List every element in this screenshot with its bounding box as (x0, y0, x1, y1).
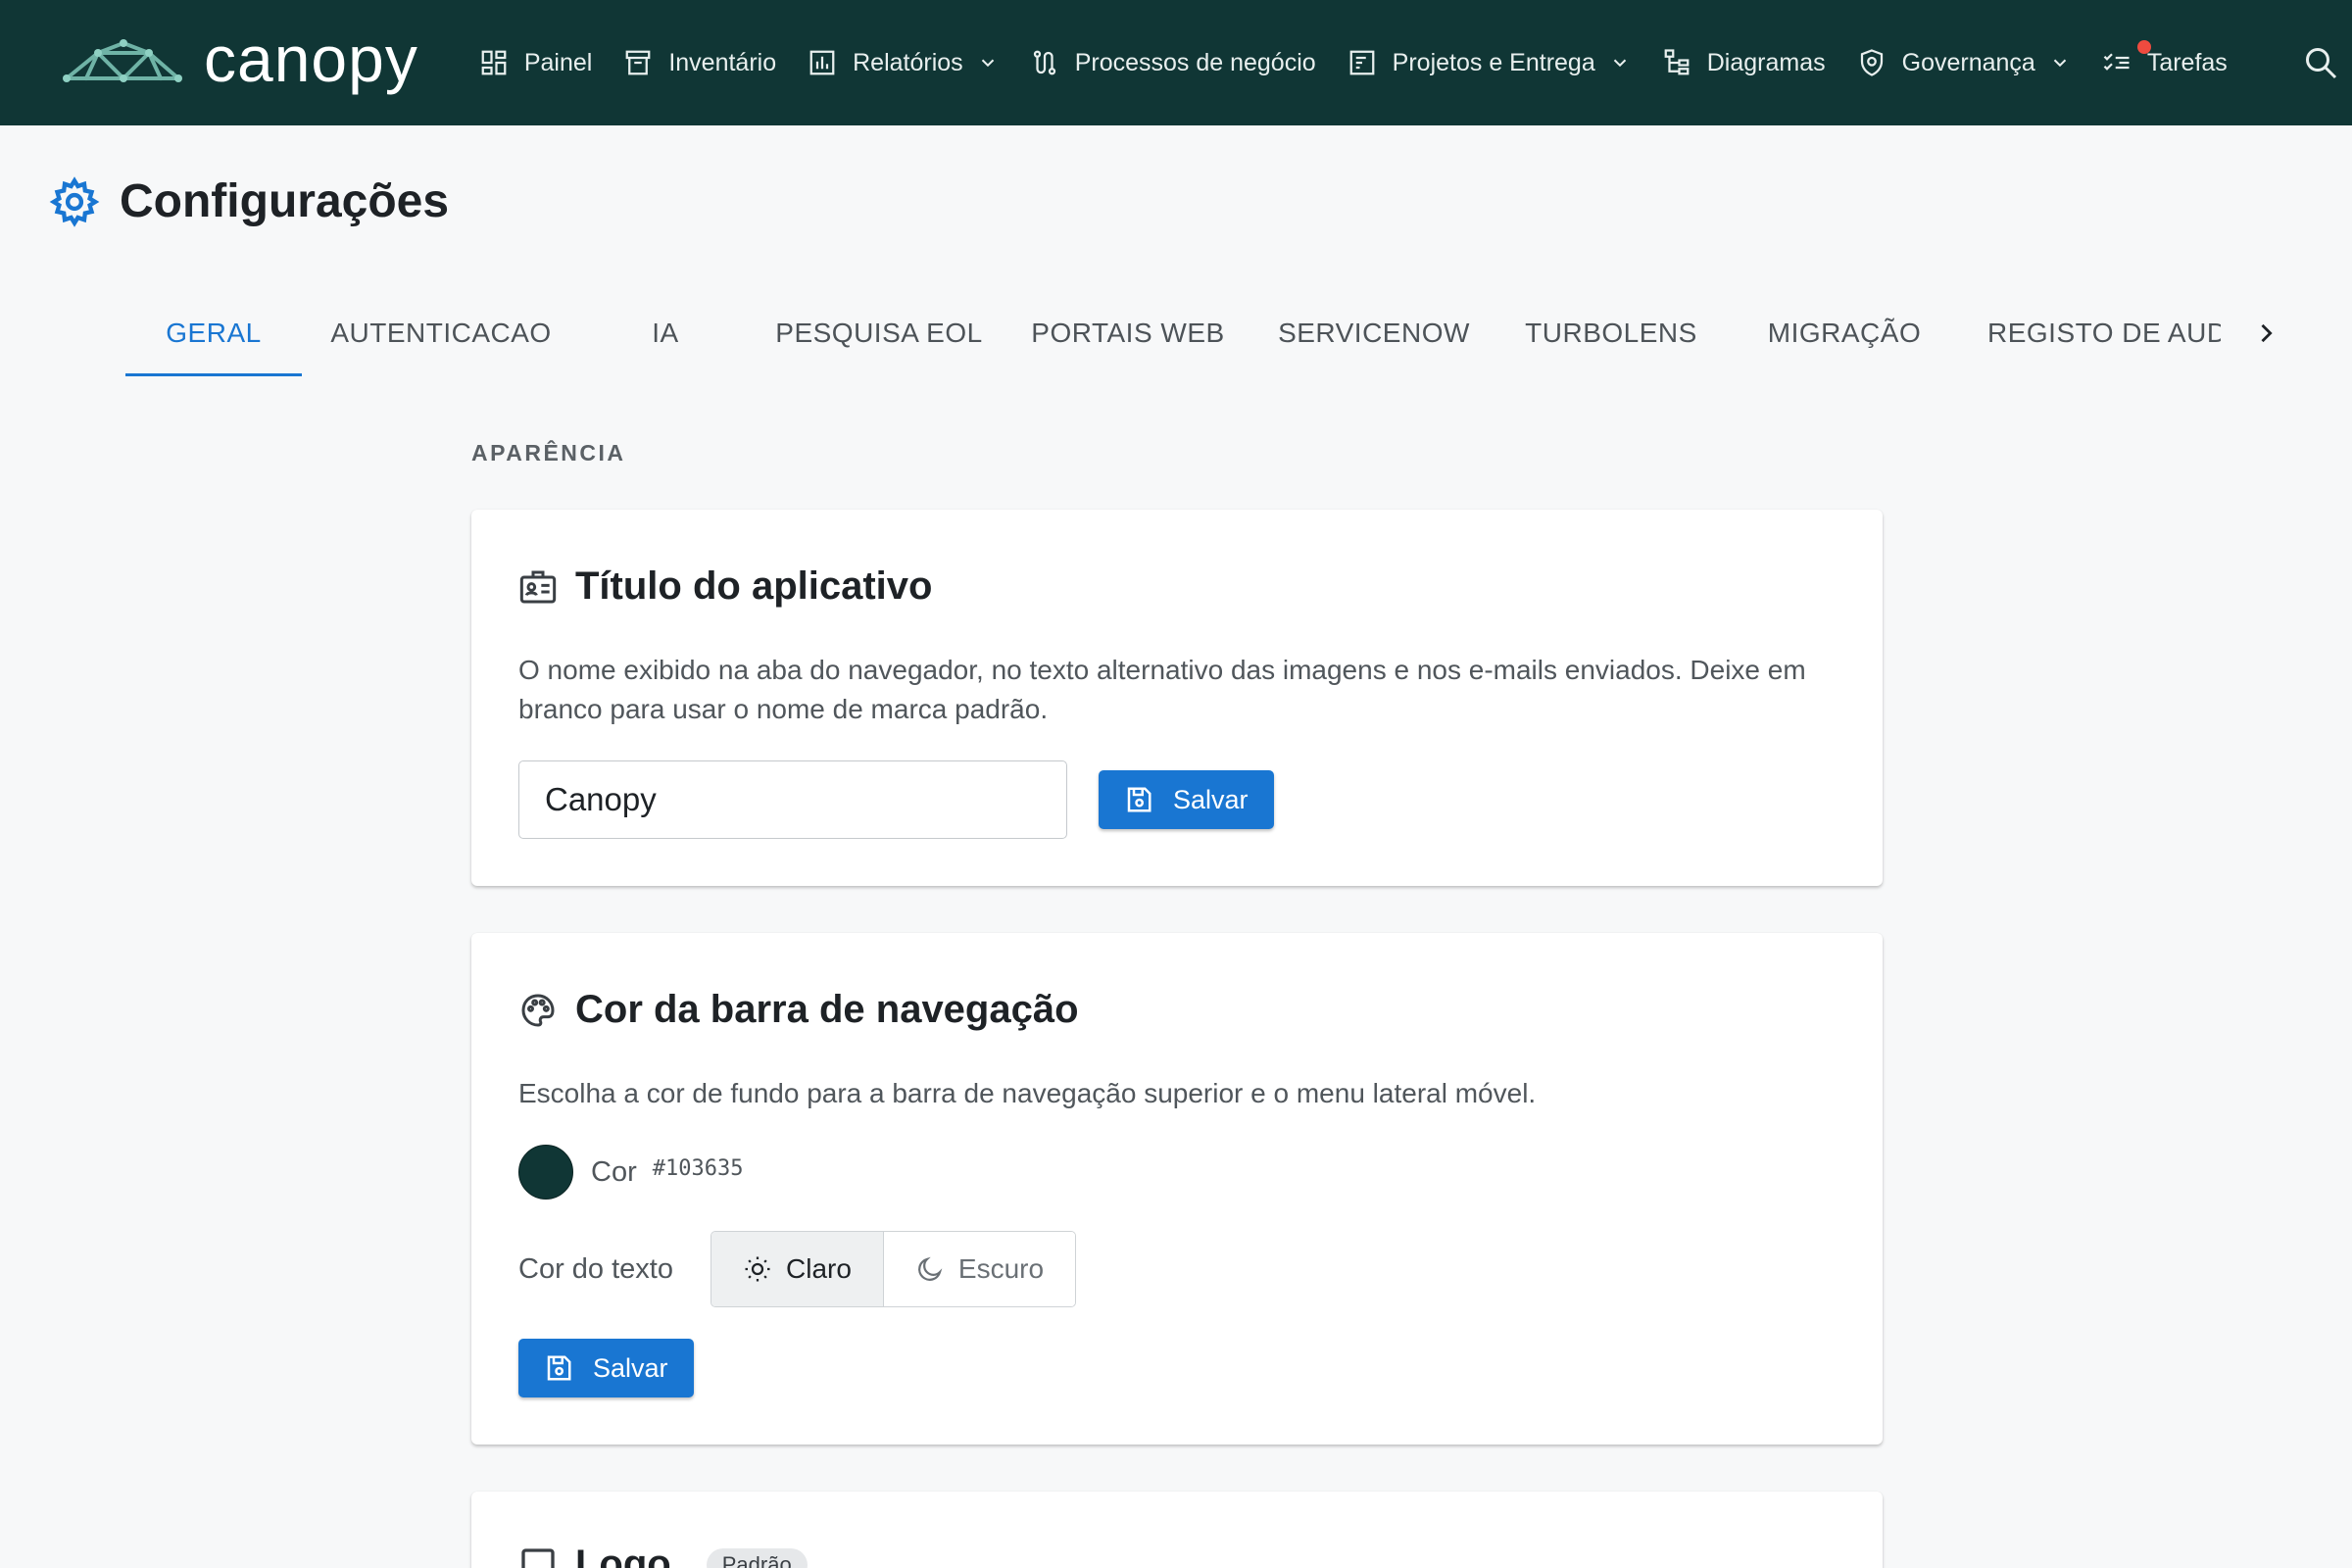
canopy-logo-icon (63, 39, 182, 82)
main-nav: Painel Inventário Relatórios Processos d… (464, 0, 2243, 125)
archive-box-icon (625, 50, 651, 75)
notification-dot (2136, 40, 2151, 54)
button-label: Salvar (1173, 784, 1249, 814)
search-button[interactable] (2303, 0, 2352, 125)
card-description: Escolha a cor de fundo para a barra de n… (518, 1078, 1537, 1108)
color-label: Cor (591, 1155, 637, 1188)
text-color-row: Cor do texto Claro Escuro (518, 1231, 1077, 1307)
nav-item-label: Inventário (668, 48, 777, 76)
nav-item-label: Painel (523, 48, 593, 76)
nav-item-tarefas[interactable]: Tarefas (2086, 0, 2243, 125)
option-label: Escuro (957, 1253, 1045, 1284)
gear-icon (49, 175, 100, 227)
nav-item-painel[interactable]: Painel (464, 0, 609, 125)
tab-geral[interactable]: GERAL (125, 290, 302, 376)
card-title: Cor da barra de navegação (575, 988, 1079, 1031)
color-picker-row: Cor #103635 (518, 1145, 743, 1200)
chart-bar-icon (809, 50, 835, 75)
text-color-label: Cor do texto (518, 1252, 673, 1285)
option-label: Claro (786, 1253, 852, 1284)
nav-item-processos[interactable]: Processos de negócio (1014, 0, 1332, 125)
settings-tabs: GERAL AUTENTICACAO IA PESQUISA EOL PORTA… (125, 290, 2272, 376)
app-title-card: Título do aplicativo O nome exibido na a… (471, 510, 1883, 886)
search-icon (2306, 48, 2337, 79)
card-header: Cor da barra de navegação (518, 988, 1079, 1032)
nav-item-governanca[interactable]: Governança (1841, 0, 2086, 125)
project-icon (1349, 50, 1375, 75)
chevron-down-icon (2053, 59, 2067, 68)
id-card-icon (519, 570, 557, 603)
chevron-right-icon (2261, 323, 2273, 343)
color-swatch[interactable] (518, 1145, 573, 1200)
tab-pesquisa-eol[interactable]: PESQUISA EOL (751, 290, 1007, 376)
dashboard-icon (481, 50, 507, 75)
page-title: Configurações (120, 175, 450, 227)
logo-card: Logo Padrão (471, 1492, 1883, 1568)
save-app-title-button[interactable]: Salvar (1099, 770, 1274, 829)
hierarchy-icon (1664, 49, 1690, 75)
nav-item-label: Tarefas (2146, 48, 2228, 76)
tab-servicenow[interactable]: SERVICENOW (1249, 290, 1499, 376)
default-badge: Padrão (706, 1547, 808, 1568)
card-description: O nome exibido na aba do navegador, no t… (518, 655, 1806, 724)
tab-autenticacao[interactable]: AUTENTICACAO (302, 290, 580, 376)
card-header: Logo Padrão (518, 1543, 808, 1568)
tabs-scroll-right-button[interactable] (2246, 306, 2285, 361)
tab-registo-de-auditoria[interactable]: REGISTO DE AUDITORIA (1966, 290, 2221, 376)
save-icon (1127, 787, 1152, 812)
nav-item-inventario[interactable]: Inventário (608, 0, 792, 125)
nav-item-label: Processos de negócio (1074, 48, 1316, 76)
card-title: Logo (575, 1543, 671, 1568)
brand-name: canopy (204, 23, 418, 95)
nav-item-label: Relatórios (853, 48, 963, 76)
palette-icon (521, 993, 555, 1027)
tab-ia[interactable]: IA (580, 290, 751, 376)
nav-item-label: Projetos e Entrega (1392, 48, 1595, 76)
chevron-down-icon (981, 59, 994, 68)
text-color-light-option[interactable]: Claro (711, 1232, 883, 1306)
nav-item-label: Governança (1901, 48, 2035, 76)
card-title: Título do aplicativo (575, 564, 933, 608)
tab-turbolens[interactable]: TURBOLENS (1499, 290, 1723, 376)
process-flow-icon (1033, 50, 1055, 75)
section-label: APARÊNCIA (471, 440, 626, 466)
top-navbar: canopy Painel Inventário Relatórios Proc… (0, 0, 2352, 125)
nav-item-relatorios[interactable]: Relatórios (792, 0, 1014, 125)
text-color-toggle: Claro Escuro (710, 1231, 1077, 1307)
image-icon (521, 1547, 555, 1568)
moon-icon (917, 1256, 943, 1281)
brand-logo[interactable]: canopy (59, 26, 418, 91)
nav-item-projetos[interactable]: Projetos e Entrega (1332, 0, 1646, 125)
navbar-color-card: Cor da barra de navegação Escolha a cor … (471, 933, 1883, 1445)
text-color-dark-option[interactable]: Escuro (882, 1232, 1076, 1306)
tasks-icon-wrap (2102, 40, 2151, 77)
save-icon (547, 1355, 571, 1381)
shield-icon (1860, 49, 1883, 76)
sun-icon (745, 1256, 770, 1282)
chevron-down-icon (1613, 59, 1626, 68)
app-title-input[interactable] (518, 760, 1067, 839)
page-header: Configurações (49, 174, 449, 228)
card-header: Título do aplicativo (518, 564, 932, 609)
nav-item-diagramas[interactable]: Diagramas (1646, 0, 1841, 125)
tab-portais-web[interactable]: PORTAIS WEB (1007, 290, 1249, 376)
save-navbar-color-button[interactable]: Salvar (518, 1339, 694, 1397)
color-hex-value: #103635 (652, 1155, 744, 1181)
button-label: Salvar (593, 1352, 668, 1383)
tab-migracao[interactable]: MIGRAÇÃO (1723, 290, 1966, 376)
nav-item-label: Diagramas (1706, 48, 1826, 76)
checklist-icon (2103, 53, 2130, 71)
